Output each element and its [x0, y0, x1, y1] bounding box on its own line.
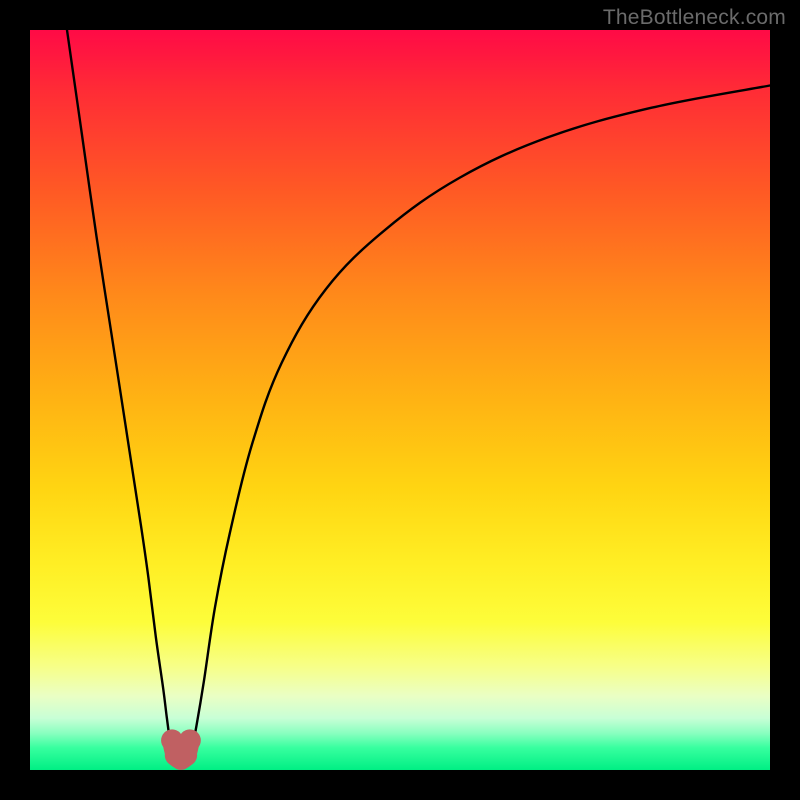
watermark-text: TheBottleneck.com: [603, 6, 786, 30]
marker-dot: [179, 729, 201, 751]
plot-area: [30, 30, 770, 770]
curve-left-branch: [67, 30, 174, 755]
bottleneck-curve: [30, 30, 770, 770]
chart-frame: TheBottleneck.com: [0, 0, 800, 800]
curve-right-branch: [189, 86, 770, 756]
